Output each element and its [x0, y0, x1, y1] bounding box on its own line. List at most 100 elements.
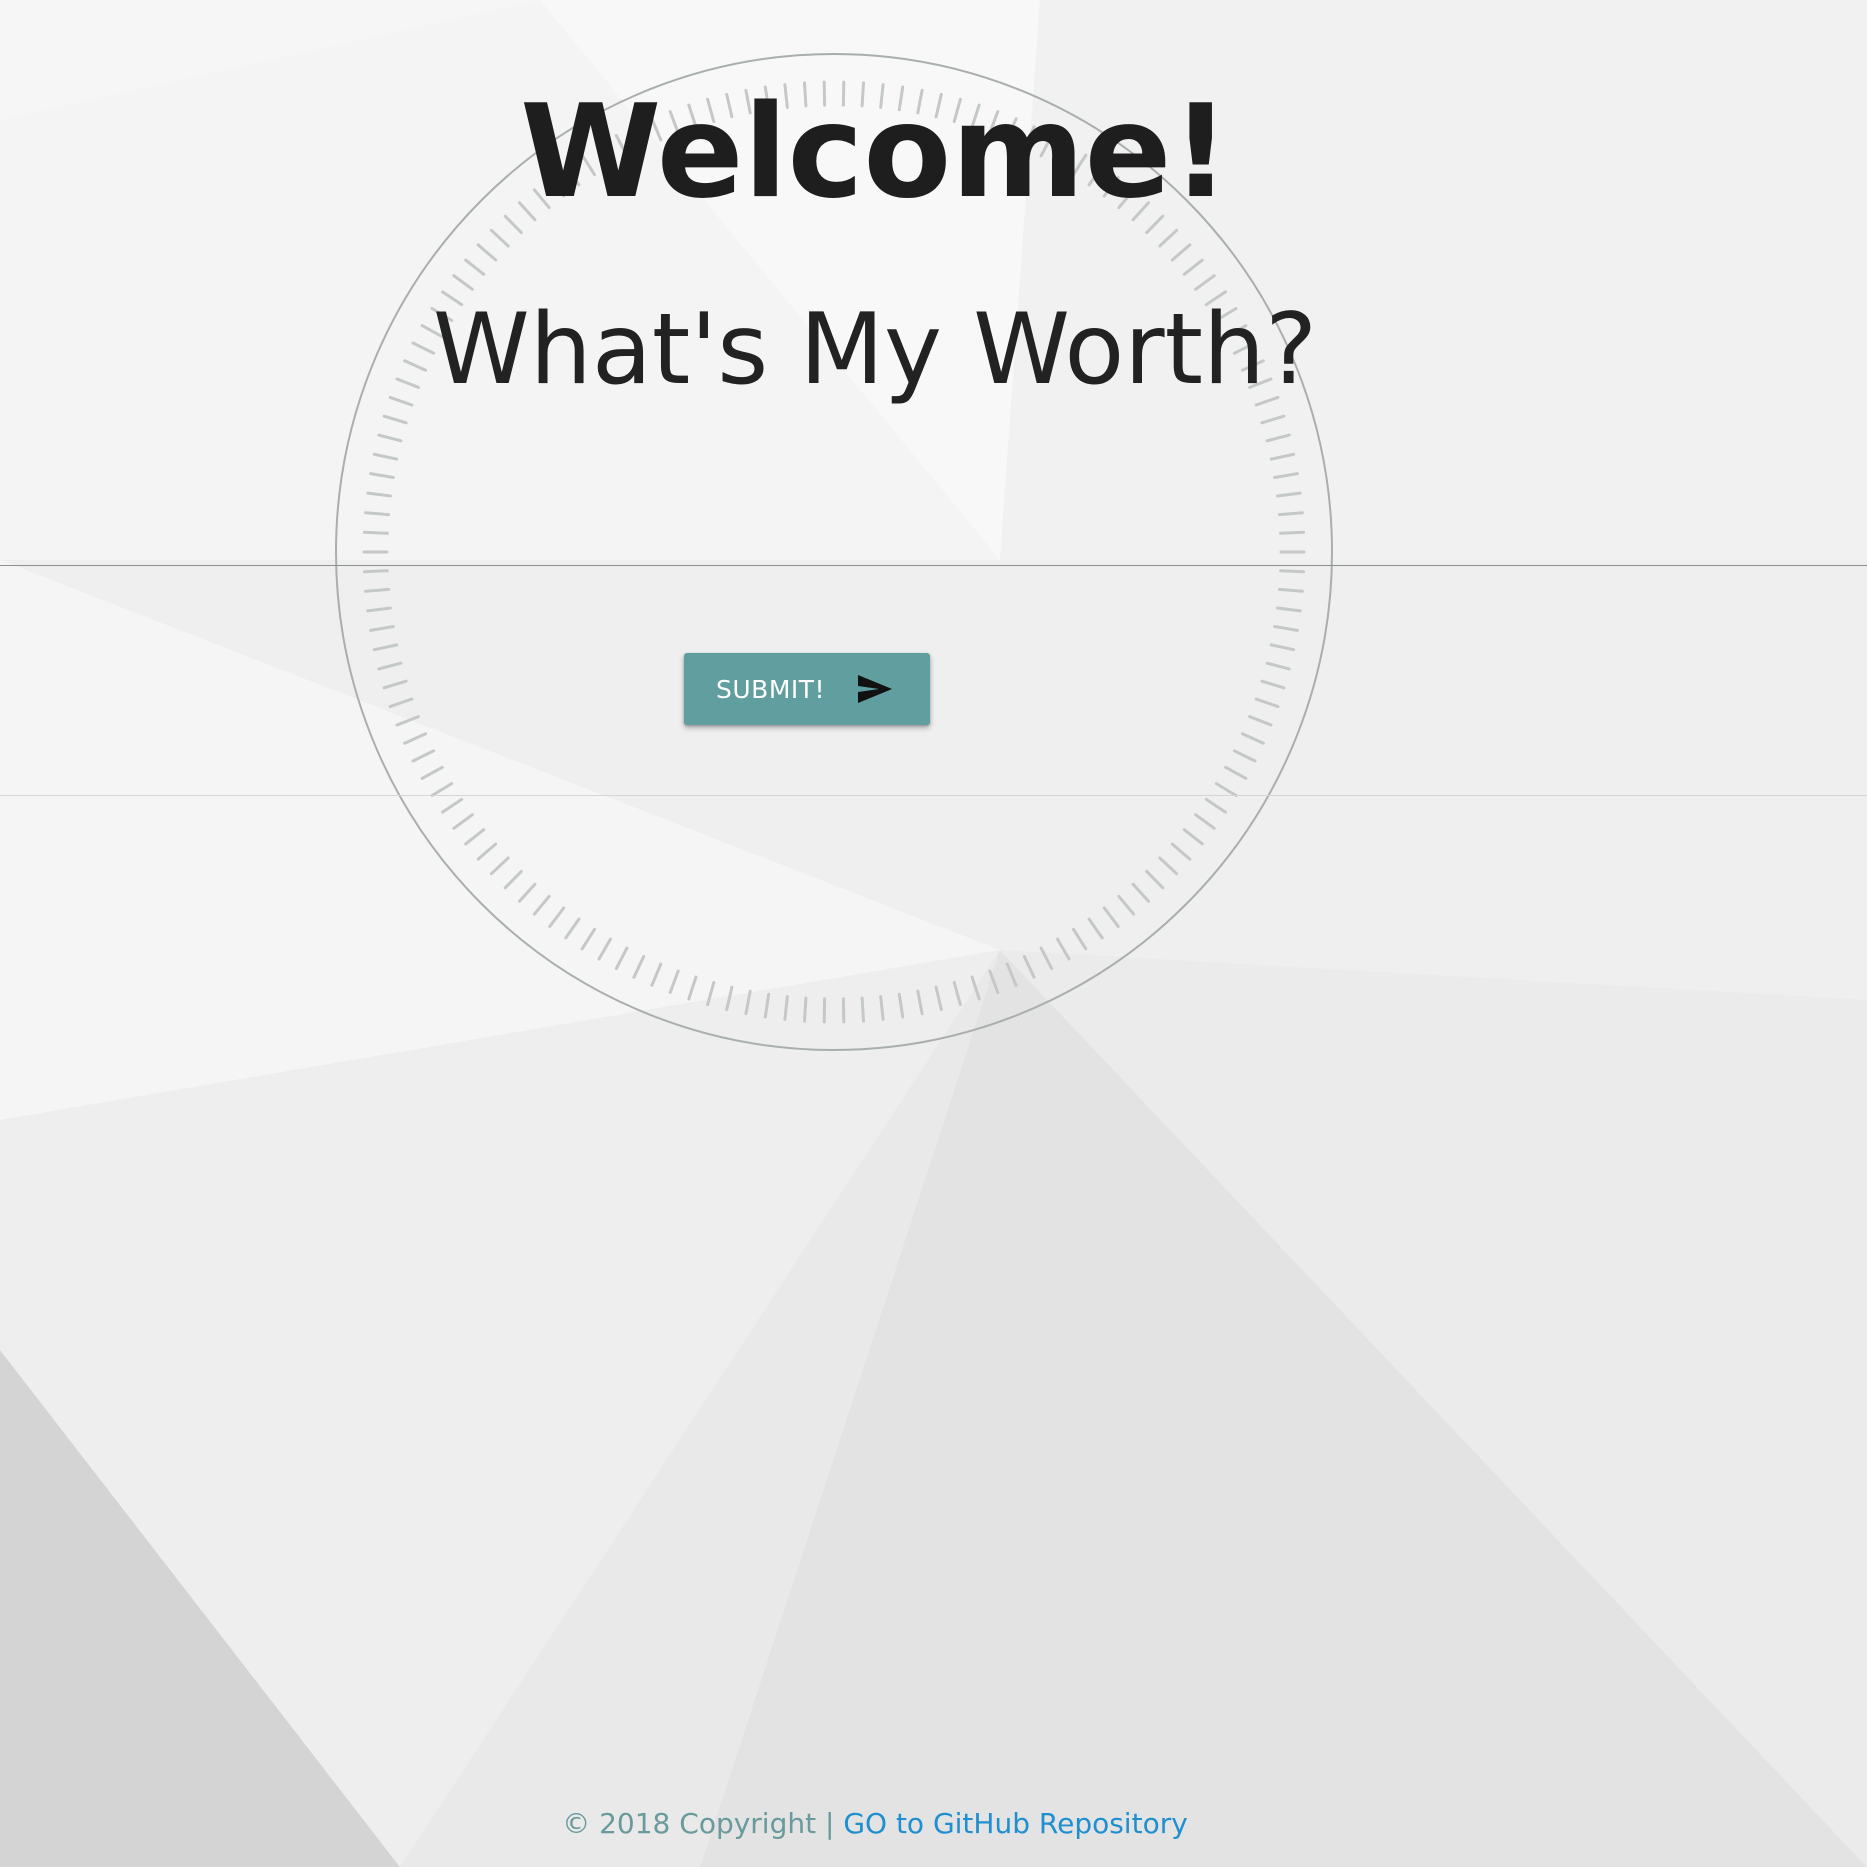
dial-tick [369, 625, 395, 632]
send-icon [858, 675, 893, 703]
dial-tick [452, 274, 474, 291]
dial-tick [1265, 661, 1291, 671]
dial-tick [1276, 606, 1302, 613]
dial-tick [1170, 842, 1192, 861]
dial-tick [614, 946, 629, 970]
dial-tick [706, 981, 716, 1007]
dial-tick [388, 697, 414, 709]
dial-tick [1204, 797, 1227, 814]
dial-tick [366, 606, 392, 613]
dial-tick [1224, 765, 1248, 780]
dial-tick [1158, 856, 1179, 876]
dial-tick [687, 975, 698, 1001]
dial-tick [1145, 869, 1165, 890]
dial-tick [1056, 937, 1071, 961]
dial-tick [783, 995, 789, 1021]
dial-tick [382, 679, 408, 690]
divider-top [0, 565, 1867, 566]
dial-tick [1277, 587, 1304, 593]
dial-tick [897, 992, 905, 1019]
submit-button[interactable]: SUBMIT! [684, 653, 930, 725]
dial-tick [1072, 927, 1088, 951]
dial-tick [464, 258, 486, 276]
dial-decoration [335, 53, 1333, 1051]
dial-tick [372, 452, 399, 461]
dial-tick [1260, 414, 1286, 425]
dial-tick [464, 828, 486, 846]
submit-button-label: SUBMIT! [716, 674, 826, 704]
dial-tick [377, 661, 403, 671]
dial-tick [1117, 894, 1136, 916]
dial-tick [1022, 955, 1036, 979]
dial-tick [580, 927, 596, 951]
dial-tick [1279, 569, 1306, 574]
dial-tick [934, 985, 943, 1012]
dial-tick [1277, 511, 1304, 517]
dial-tick [548, 906, 566, 928]
dial-tick [879, 995, 885, 1021]
dial-tick [1260, 679, 1286, 690]
dial-tick [1240, 732, 1265, 745]
github-repository-link[interactable]: GO to GitHub Repository [843, 1807, 1187, 1840]
dial-tick [952, 981, 962, 1007]
dial-tick [476, 243, 498, 262]
dial-tick [489, 228, 510, 248]
dial-tick [1087, 917, 1104, 940]
dial-tick [860, 996, 865, 1023]
dial-tick [1158, 228, 1179, 248]
dial-tick [366, 491, 392, 498]
dial-tick [1194, 274, 1216, 291]
dial-tick [430, 782, 454, 797]
dial-tick [1273, 625, 1299, 632]
dial-tick [395, 715, 420, 727]
dial-tick [411, 749, 436, 763]
dial-tick [1232, 749, 1257, 763]
dial-tick [1039, 946, 1054, 970]
dial-tick [476, 842, 498, 861]
dial-tick [362, 530, 389, 535]
page: Welcome! What's My Worth? SUBMIT! © 2018… [0, 0, 1867, 1867]
dial-tick [916, 989, 924, 1016]
dial-tick [489, 856, 510, 876]
dial-tick [369, 472, 395, 479]
dial-tick [503, 869, 523, 890]
dial-tick [1214, 782, 1238, 797]
dial-tick [988, 969, 1000, 994]
dial-tick [1265, 433, 1291, 443]
dial-tick [362, 569, 389, 574]
dial-tick [372, 643, 399, 652]
dial-tick [364, 511, 391, 517]
dial-tick [1279, 530, 1306, 535]
dial-tick [632, 955, 646, 979]
dial-tick [725, 985, 734, 1012]
dial-tick [420, 765, 444, 780]
dial-tick [1131, 882, 1150, 903]
dial-tick [1194, 813, 1216, 830]
dial-tick [1182, 828, 1204, 846]
dial-tick [1182, 258, 1204, 276]
dial-tick [1254, 697, 1280, 709]
divider-bottom [0, 795, 1867, 796]
dial-tick [1276, 491, 1302, 498]
dial-tick [564, 917, 581, 940]
dial-tick [1005, 962, 1018, 987]
dial-tick [532, 894, 551, 916]
dial-tick [1102, 906, 1120, 928]
dial-tick [1269, 643, 1296, 652]
page-subtitle: What's My Worth? [432, 293, 1318, 407]
footer: © 2018 Copyright | GO to GitHub Reposito… [0, 1806, 1750, 1842]
dial-tick [1248, 715, 1273, 727]
dial-tick [377, 433, 403, 443]
dial-tick [1269, 452, 1296, 461]
dial-tick [382, 414, 408, 425]
dial-tick [364, 587, 391, 593]
dial-tick [518, 882, 537, 903]
dial-tick [668, 969, 680, 994]
dial-tick [744, 989, 752, 1016]
page-title: Welcome! [520, 78, 1230, 227]
dial-tick [1273, 472, 1299, 479]
footer-copyright: © 2018 Copyright | [562, 1807, 844, 1840]
dial-tick [650, 962, 663, 987]
dial-tick [763, 992, 771, 1019]
dial-tick [452, 813, 474, 830]
